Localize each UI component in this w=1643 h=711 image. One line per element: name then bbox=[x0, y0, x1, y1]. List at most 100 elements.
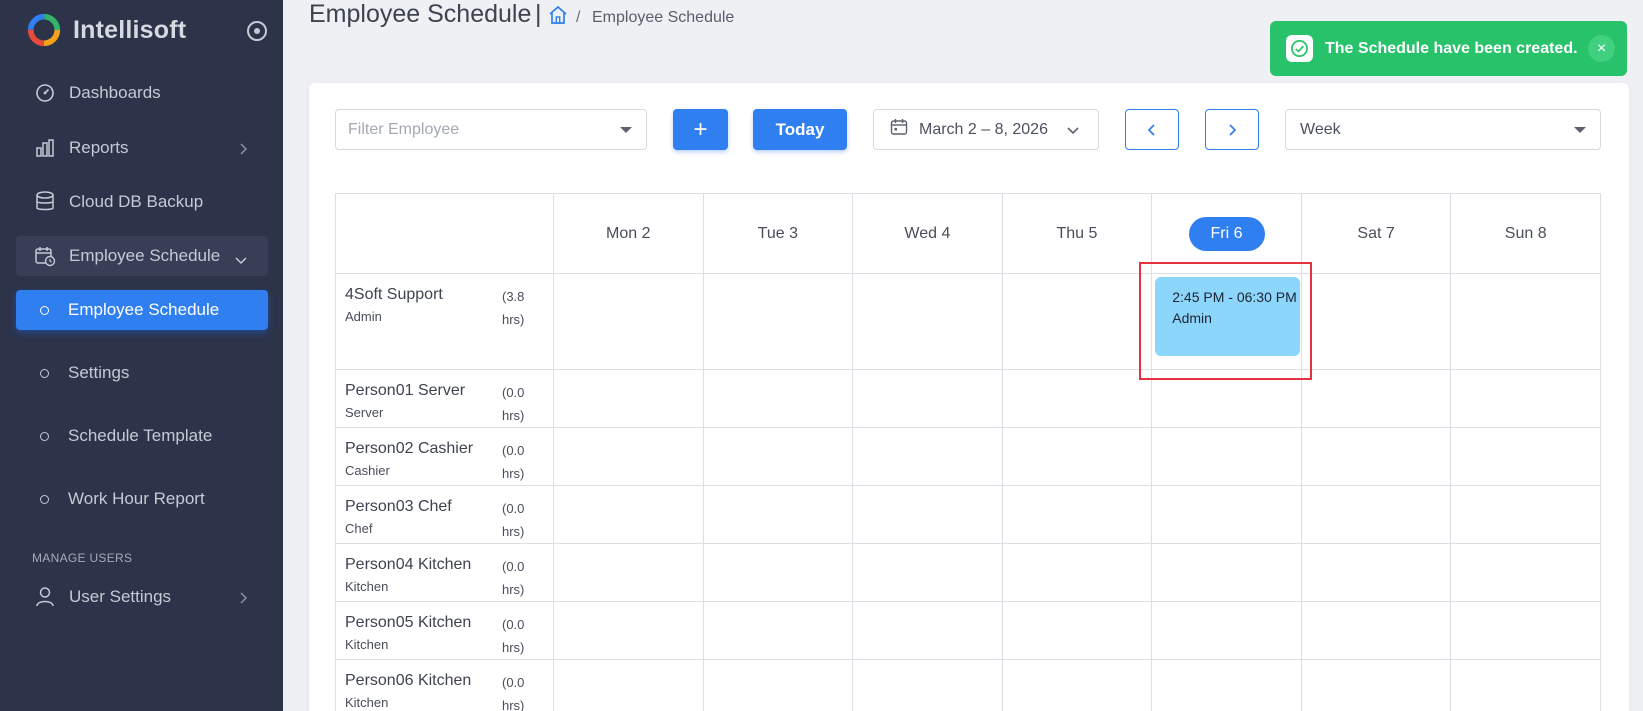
schedule-cell[interactable] bbox=[1450, 427, 1601, 486]
schedule-cell[interactable] bbox=[1450, 485, 1601, 544]
schedule-cell[interactable] bbox=[1300, 485, 1452, 544]
schedule-cell[interactable] bbox=[553, 273, 704, 370]
sidebar-item-user-settings[interactable]: User Settings bbox=[16, 577, 268, 617]
day-label: Wed 4 bbox=[904, 224, 951, 242]
day-header-today[interactable]: Fri 6 bbox=[1151, 193, 1302, 274]
sidebar-item-work-hour-report[interactable]: Work Hour Report bbox=[16, 479, 268, 519]
sidebar-item-schedule-template[interactable]: Schedule Template bbox=[16, 416, 268, 456]
previous-week-button[interactable] bbox=[1125, 109, 1179, 150]
schedule-cell[interactable] bbox=[852, 273, 1003, 370]
sidebar-item-settings[interactable]: Settings bbox=[16, 353, 268, 393]
schedule-cell[interactable] bbox=[1151, 427, 1302, 486]
schedule-cell[interactable] bbox=[1151, 659, 1302, 711]
home-icon[interactable] bbox=[548, 5, 568, 30]
schedule-cell[interactable] bbox=[1300, 273, 1452, 370]
employee-hours: (0.0 hrs) bbox=[502, 501, 525, 539]
sidebar-item-label: Employee Schedule bbox=[69, 246, 221, 265]
schedule-cell[interactable] bbox=[1450, 273, 1601, 370]
schedule-cell[interactable] bbox=[852, 427, 1003, 486]
sidebar-item-cloud-db-backup[interactable]: Cloud DB Backup bbox=[16, 182, 268, 222]
schedule-cell[interactable] bbox=[852, 543, 1003, 602]
toast-close-button[interactable]: × bbox=[1588, 35, 1615, 62]
schedule-cell[interactable] bbox=[1001, 273, 1153, 370]
toast-message: The Schedule have been created. bbox=[1325, 39, 1578, 57]
intellisoft-logo-icon bbox=[27, 13, 61, 47]
filter-employee-select[interactable]: Filter Employee bbox=[335, 109, 647, 150]
chevron-down-icon bbox=[1066, 123, 1080, 141]
schedule-cell[interactable] bbox=[1450, 659, 1601, 711]
schedule-cell[interactable] bbox=[702, 485, 854, 544]
schedule-cell[interactable] bbox=[1300, 369, 1452, 428]
schedule-cell[interactable]: 2:45 PM - 06:30 PM Admin bbox=[1151, 273, 1302, 370]
day-header[interactable]: Wed 4 bbox=[852, 193, 1003, 274]
brand-name: Intellisoft bbox=[73, 15, 187, 44]
view-select[interactable]: Week bbox=[1285, 109, 1601, 150]
schedule-cell[interactable] bbox=[1450, 601, 1601, 660]
schedule-cell[interactable] bbox=[702, 427, 854, 486]
day-header[interactable]: Thu 5 bbox=[1001, 193, 1153, 274]
schedule-cell[interactable] bbox=[702, 601, 854, 660]
schedule-cell[interactable] bbox=[1001, 485, 1153, 544]
schedule-cell[interactable] bbox=[1001, 427, 1153, 486]
day-header[interactable]: Sun 8 bbox=[1450, 193, 1601, 274]
sidebar-toggle-icon[interactable] bbox=[247, 21, 267, 41]
check-circle-icon bbox=[1286, 35, 1313, 62]
schedule-cell[interactable] bbox=[702, 659, 854, 711]
sidebar-item-dashboards[interactable]: Dashboards bbox=[16, 73, 268, 113]
next-week-button[interactable] bbox=[1205, 109, 1259, 150]
schedule-cell[interactable] bbox=[553, 427, 704, 486]
schedule-cell[interactable] bbox=[852, 659, 1003, 711]
schedule-cell[interactable] bbox=[1300, 427, 1452, 486]
day-header[interactable]: Tue 3 bbox=[702, 193, 854, 274]
table-row: Person05 Kitchen Kitchen (0.0 hrs) bbox=[335, 601, 1601, 660]
employee-cell: Person05 Kitchen Kitchen (0.0 hrs) bbox=[335, 601, 554, 660]
employee-cell: Person04 Kitchen Kitchen (0.0 hrs) bbox=[335, 543, 554, 602]
sidebar-item-reports[interactable]: Reports bbox=[16, 128, 268, 168]
schedule-cell[interactable] bbox=[1450, 543, 1601, 602]
section-label-manage-users: MANAGE USERS bbox=[32, 551, 133, 565]
bullet-icon bbox=[40, 431, 49, 441]
schedule-cell[interactable] bbox=[553, 485, 704, 544]
gauge-icon bbox=[34, 82, 56, 104]
table-row: Person04 Kitchen Kitchen (0.0 hrs) bbox=[335, 543, 1601, 602]
day-header[interactable]: Mon 2 bbox=[553, 193, 704, 274]
schedule-cell[interactable] bbox=[1151, 485, 1302, 544]
schedule-cell[interactable] bbox=[1151, 543, 1302, 602]
schedule-cell[interactable] bbox=[702, 543, 854, 602]
schedule-cell[interactable] bbox=[852, 369, 1003, 428]
schedule-cell[interactable] bbox=[1001, 543, 1153, 602]
schedule-cell[interactable] bbox=[1450, 369, 1601, 428]
schedule-cell[interactable] bbox=[553, 369, 704, 428]
schedule-cell[interactable] bbox=[702, 369, 854, 428]
schedule-cell[interactable] bbox=[1300, 601, 1452, 660]
add-schedule-button[interactable]: + bbox=[673, 109, 728, 150]
day-header[interactable]: Sat 7 bbox=[1300, 193, 1452, 274]
schedule-cell[interactable] bbox=[1300, 659, 1452, 711]
day-label: Sat 7 bbox=[1357, 224, 1395, 242]
schedule-cell[interactable] bbox=[1001, 601, 1153, 660]
schedule-cell[interactable] bbox=[1151, 369, 1302, 428]
schedule-event[interactable]: 2:45 PM - 06:30 PM Admin bbox=[1155, 277, 1301, 356]
schedule-cell[interactable] bbox=[852, 601, 1003, 660]
schedule-cell[interactable] bbox=[1300, 543, 1452, 602]
schedule-cell[interactable] bbox=[553, 543, 704, 602]
caret-down-icon bbox=[1574, 127, 1586, 133]
employee-hours: (0.0 hrs) bbox=[502, 385, 525, 423]
date-range-picker[interactable]: March 2 – 8, 2026 bbox=[873, 109, 1099, 150]
event-time: 2:45 PM - 06:30 PM bbox=[1172, 289, 1297, 305]
calendar-icon bbox=[890, 118, 908, 141]
schedule-cell[interactable] bbox=[1151, 601, 1302, 660]
sidebar-item-label: Work Hour Report bbox=[68, 489, 205, 508]
schedule-cell[interactable] bbox=[1001, 369, 1153, 428]
schedule-cell[interactable] bbox=[1001, 659, 1153, 711]
schedule-cell[interactable] bbox=[553, 601, 704, 660]
sidebar-item-employee-schedule-group[interactable]: Employee Schedule bbox=[16, 236, 268, 276]
today-button[interactable]: Today bbox=[753, 109, 847, 150]
chevron-right-icon bbox=[238, 141, 248, 161]
schedule-cell[interactable] bbox=[702, 273, 854, 370]
sidebar-item-employee-schedule[interactable]: Employee Schedule bbox=[16, 290, 268, 330]
schedule-cell[interactable] bbox=[852, 485, 1003, 544]
brand[interactable]: Intellisoft bbox=[25, 10, 186, 50]
bullet-icon bbox=[40, 368, 49, 378]
schedule-cell[interactable] bbox=[553, 659, 704, 711]
